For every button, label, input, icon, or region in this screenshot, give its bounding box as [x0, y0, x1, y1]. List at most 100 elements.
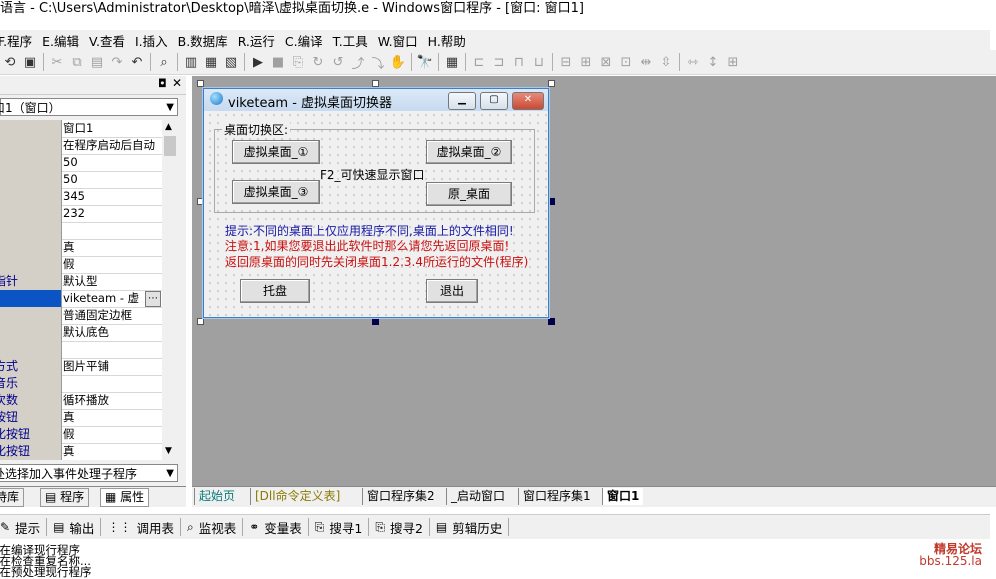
menu-tools[interactable]: T.工具 [329, 31, 374, 50]
save-icon[interactable]: ▣ [20, 52, 40, 72]
align-bottom-icon[interactable]: ⊞ [576, 52, 596, 72]
property-value[interactable] [63, 375, 162, 392]
property-scrollbar[interactable]: ▲ ▼ [162, 120, 178, 460]
property-value[interactable]: 真 [63, 239, 162, 256]
property-value[interactable]: 50 [63, 154, 162, 171]
property-row[interactable]: 底图 [0, 341, 162, 359]
menu-database[interactable]: B.数据库 [174, 31, 234, 50]
tab-search-1[interactable]: ⎘ 搜寻1 [309, 518, 369, 537]
find-icon[interactable]: ⌕ [154, 52, 174, 72]
center-v-icon[interactable]: ↕ [703, 52, 723, 72]
same-height-icon[interactable]: ⇳ [656, 52, 676, 72]
resize-handle[interactable] [548, 80, 555, 87]
tab-output[interactable]: ▤ 输出 [47, 518, 100, 537]
property-row[interactable]: 左边50 [0, 154, 162, 172]
property-value[interactable]: 真 [63, 409, 162, 426]
property-row[interactable]: 可视在程序启动后自动 [0, 137, 162, 155]
property-row[interactable]: 宽度345 [0, 188, 162, 206]
maximize-button[interactable]: ▢ [480, 92, 508, 110]
property-value[interactable]: 232 [63, 205, 162, 222]
property-value[interactable] [63, 341, 162, 358]
property-row[interactable]: 顶边50 [0, 171, 162, 189]
scroll-thumb[interactable] [164, 136, 176, 156]
resize-handle[interactable] [372, 318, 379, 325]
tab-properties[interactable]: ▦ 属性 [100, 488, 150, 507]
property-row[interactable]: 底色默认底色 [0, 324, 162, 342]
virtual-desktop-2-button[interactable]: 虚拟桌面_② [426, 140, 512, 164]
menu-window[interactable]: W.窗口 [374, 31, 424, 50]
property-row[interactable]: 标记 [0, 222, 162, 240]
tab-clip-history[interactable]: ▤ 剪辑历史 [430, 518, 508, 537]
property-row[interactable]: 高度232 [0, 205, 162, 223]
property-row[interactable]: 禁止假 [0, 256, 162, 274]
tab-start-page[interactable]: 起始页 [194, 488, 239, 505]
layout-2-icon[interactable]: ▦ [201, 52, 221, 72]
stop-icon[interactable]: ■ [268, 52, 288, 72]
hand-icon[interactable]: ✋ [388, 52, 408, 72]
tab-window-set-2[interactable]: 窗口程序集2 [362, 488, 439, 505]
tab-support-library[interactable]: 支持库 [0, 488, 25, 507]
original-desktop-button[interactable]: 原_桌面 [426, 182, 512, 206]
exit-button[interactable]: 退出 [426, 279, 478, 303]
property-value[interactable]: 默认底色 [63, 324, 162, 341]
debug-5-icon[interactable]: ⤵ [368, 52, 388, 72]
object-selector[interactable]: 窗口1（窗口） ▼ [0, 98, 178, 116]
property-value[interactable]: 在程序启动后自动 [63, 137, 162, 154]
debug-2-icon[interactable]: ↻ [308, 52, 328, 72]
tab-window-set-1[interactable]: 窗口程序集1 [518, 488, 595, 505]
menu-insert[interactable]: I.插入 [131, 31, 174, 50]
cut-icon[interactable]: ✂ [47, 52, 67, 72]
tab-variables[interactable]: ⚭ 变量表 [243, 518, 308, 537]
grid-icon[interactable]: ⊞ [723, 52, 743, 72]
resize-handle[interactable] [197, 318, 204, 325]
menu-view[interactable]: V.查看 [85, 31, 131, 50]
space-v-icon[interactable]: ⊡ [616, 52, 636, 72]
property-row[interactable]: 可视真 [0, 239, 162, 257]
minimize-button[interactable]: ▁ [448, 92, 476, 110]
binoculars-icon[interactable]: 🔭 [415, 52, 435, 72]
event-selector[interactable]: 在此处选择加入事件处理子程序 ▼ [0, 464, 178, 482]
property-row[interactable]: 鼠标指针默认型 [0, 273, 162, 291]
debug-3-icon[interactable]: ↺ [328, 52, 348, 72]
property-value[interactable] [63, 222, 162, 239]
scroll-down-icon[interactable]: ▼ [165, 446, 172, 456]
property-value[interactable]: 345 [63, 188, 162, 205]
property-value[interactable]: viketeam - 虚 [63, 290, 145, 307]
property-row[interactable]: 播放次数循环播放 [0, 392, 162, 410]
tab-hint[interactable]: ✎ 提示 [0, 518, 46, 537]
menu-run[interactable]: R.运行 [234, 31, 281, 50]
property-row[interactable]: 名称窗口1 [0, 120, 162, 138]
paste-icon[interactable]: ▤ [87, 52, 107, 72]
property-value[interactable]: 假 [63, 256, 162, 273]
align-right-icon[interactable]: ⊓ [509, 52, 529, 72]
open-icon[interactable]: ⟲ [0, 52, 20, 72]
property-value[interactable]: 循环播放 [63, 392, 162, 409]
property-row[interactable]: 底图方式图片平铺 [0, 358, 162, 376]
menu-help[interactable]: H.帮助 [424, 31, 472, 50]
scroll-up-icon[interactable]: ▲ [165, 122, 172, 132]
layout-3-icon[interactable]: ▧ [221, 52, 241, 72]
align-middle-icon[interactable]: ⊟ [556, 52, 576, 72]
resize-handle[interactable] [548, 198, 555, 205]
close-button[interactable]: ✕ [512, 92, 544, 110]
property-row[interactable]: 边框普通固定边框 [0, 307, 162, 325]
debug-4-icon[interactable]: ⤴ [348, 52, 368, 72]
align-top-icon[interactable]: ⊔ [529, 52, 549, 72]
virtual-desktop-1-button[interactable]: 虚拟桌面_① [232, 140, 320, 164]
redo-icon[interactable]: ↷ [107, 52, 127, 72]
property-row[interactable]: 最大化按钮假 [0, 426, 162, 444]
property-value[interactable]: 图片平铺 [63, 358, 162, 375]
tab-call-stack[interactable]: ⋮⋮ 调用表 [101, 518, 180, 537]
tab-dll-table[interactable]: [Dll命令定义表] [250, 488, 344, 505]
menu-edit[interactable]: E.编辑 [38, 31, 85, 50]
menu-program[interactable]: F.程序 [0, 31, 38, 50]
property-value[interactable]: 默认型 [63, 273, 162, 290]
property-row[interactable]: 控制按钮真 [0, 409, 162, 427]
undo-icon[interactable]: ↶ [127, 52, 147, 72]
property-value[interactable]: 普通固定边框 [63, 307, 162, 324]
virtual-desktop-3-button[interactable]: 虚拟桌面_③ [232, 180, 320, 204]
resize-handle[interactable] [372, 80, 379, 87]
debug-1-icon[interactable]: ⎘ [288, 52, 308, 72]
property-value[interactable]: 真 [63, 443, 162, 460]
run-icon[interactable]: ▶ [248, 52, 268, 72]
